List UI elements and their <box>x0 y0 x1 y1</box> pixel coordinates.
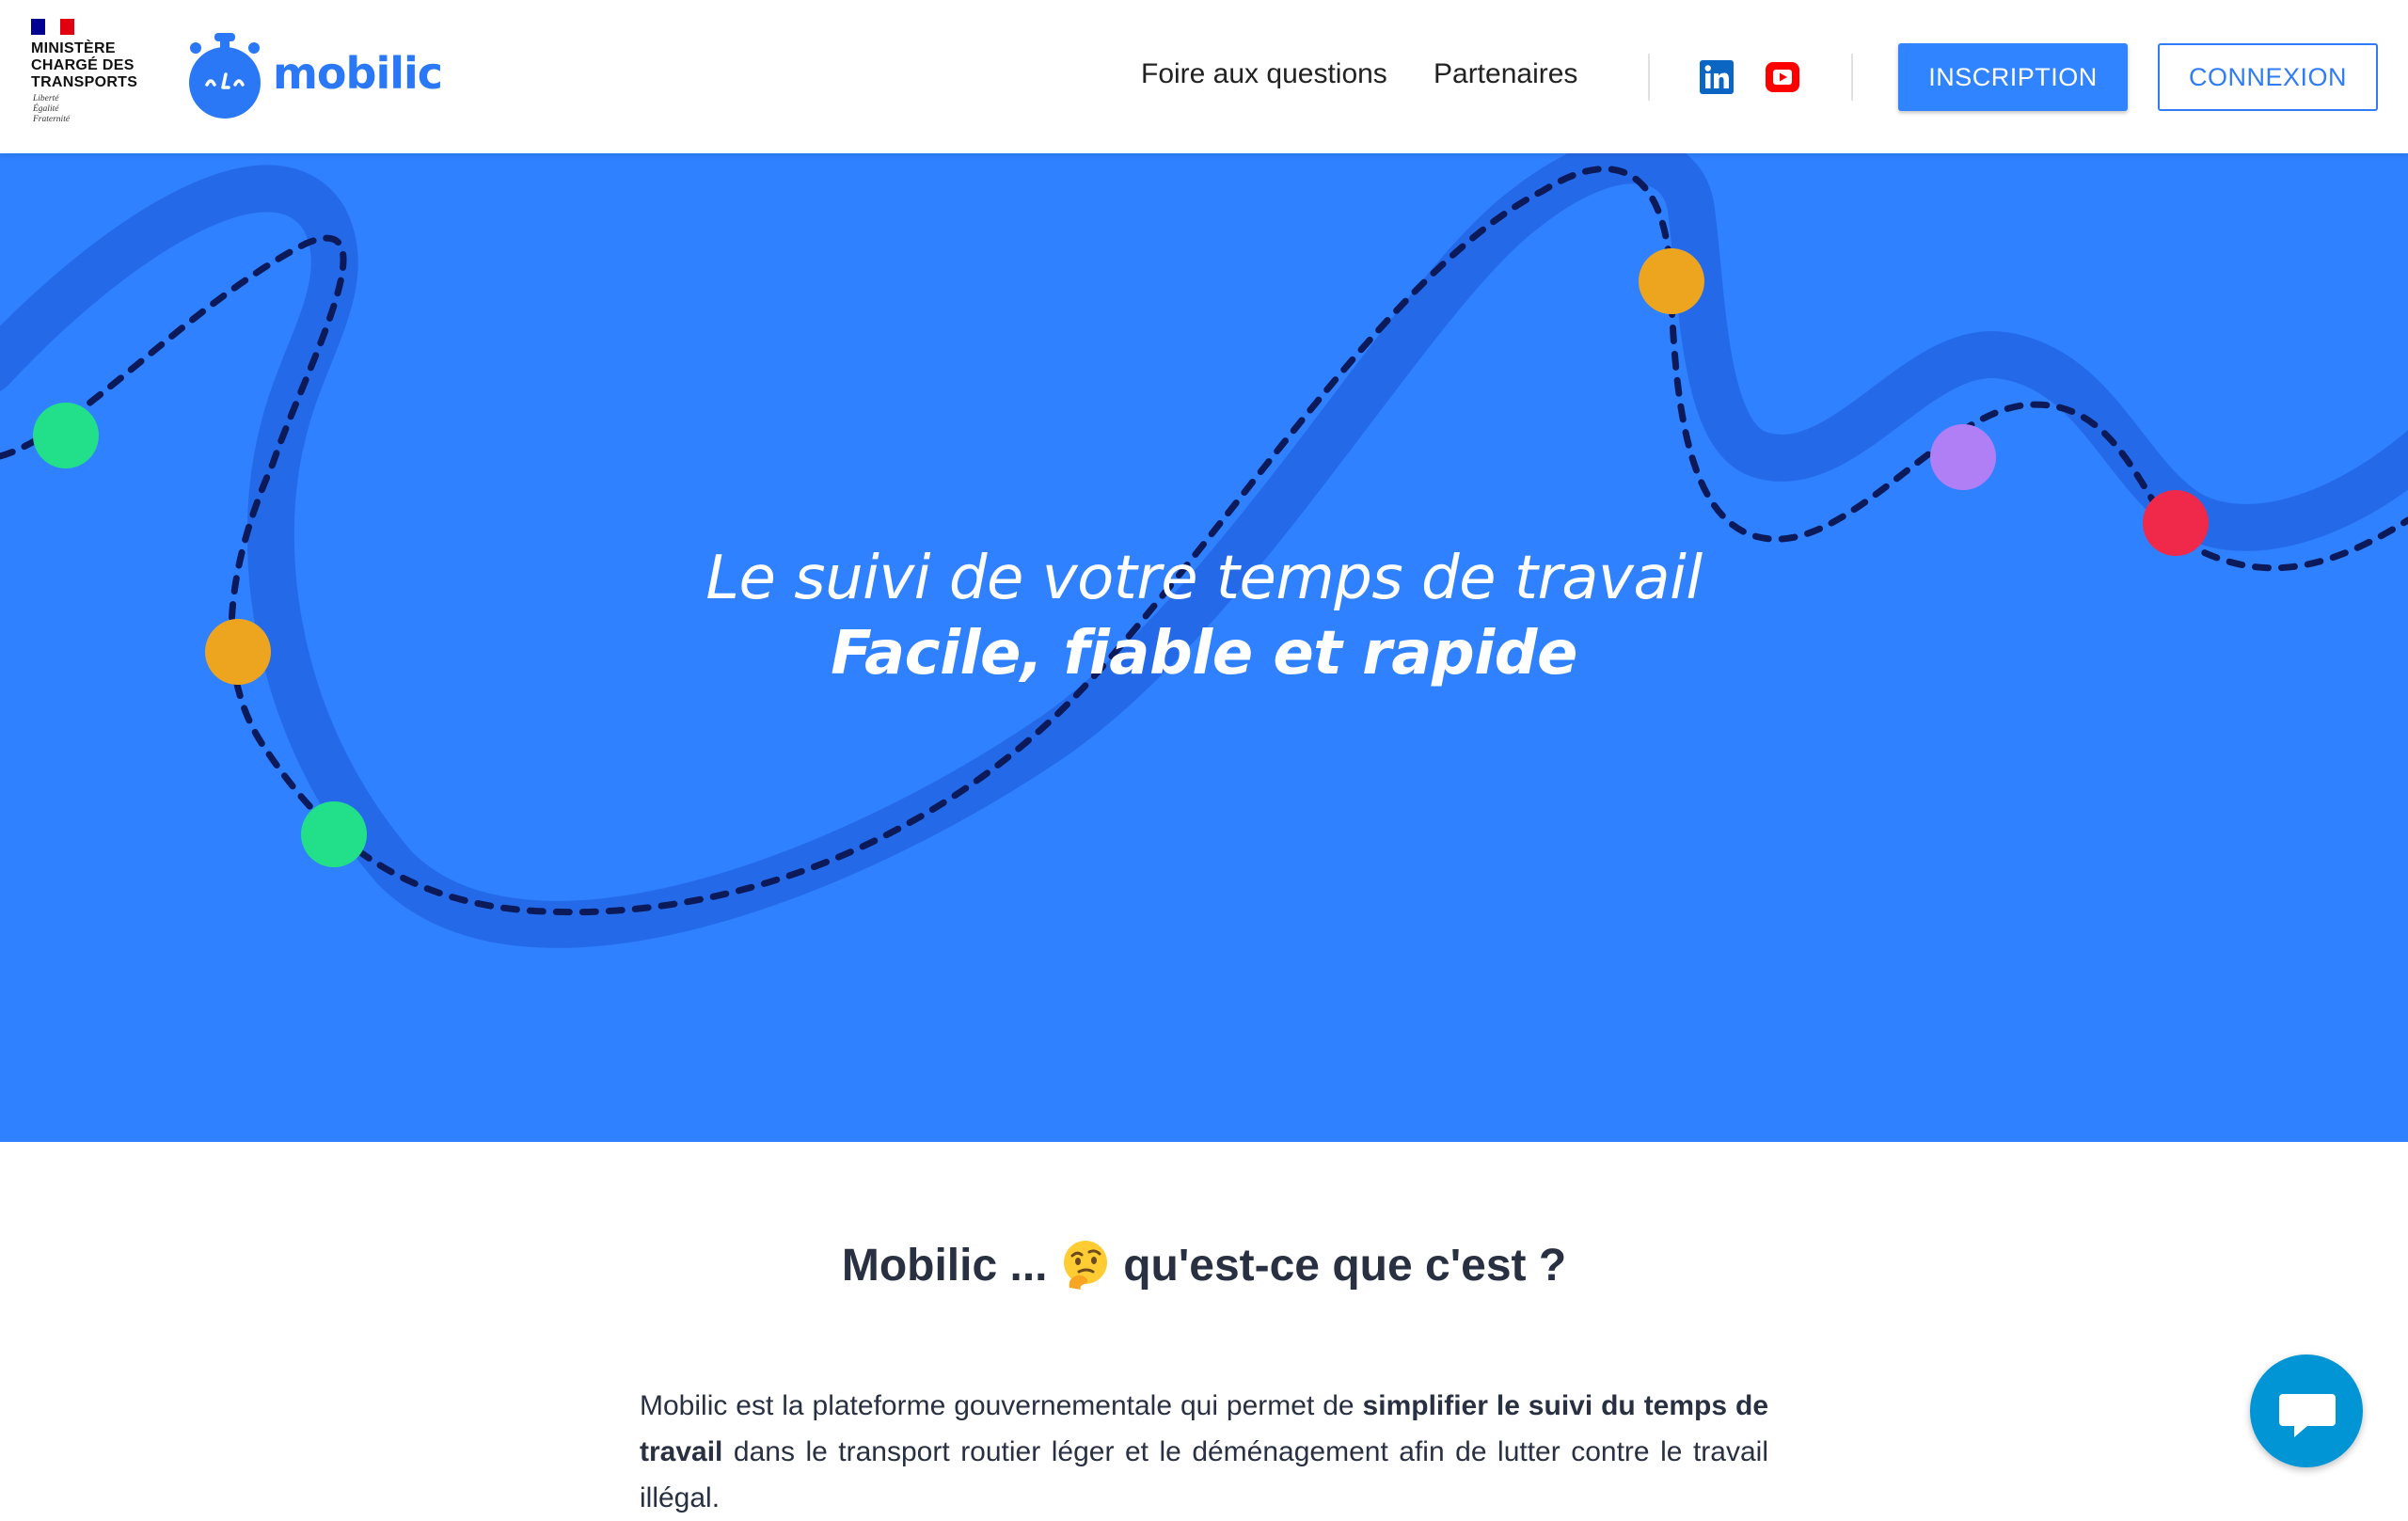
chat-bubble-icon <box>2279 1394 2336 1437</box>
section-title-part2: qu'est-ce que c'est ? <box>1110 1241 1567 1291</box>
hero-title: Le suivi de votre temps de travail <box>705 544 1703 613</box>
intro-text-2: dans le transport routier léger et le dé… <box>640 1436 1768 1513</box>
chat-button[interactable] <box>2250 1355 2363 1467</box>
nav-divider <box>1648 54 1650 101</box>
linkedin-icon[interactable] <box>1700 60 1734 94</box>
stopwatch-icon <box>189 33 261 119</box>
nav-divider <box>1851 54 1853 101</box>
motto-egalite: Égalité <box>33 104 59 114</box>
ministry-logo[interactable]: MINISTÈRE CHARGÉ DES TRANSPORTS Liberté … <box>31 19 153 132</box>
route-dot-green <box>301 801 367 867</box>
nav-partners-link[interactable]: Partenaires <box>1434 58 1577 90</box>
mobilic-logo[interactable]: mobilic <box>186 31 443 120</box>
intro-paragraph: Mobilic est la plateforme gouvernemental… <box>640 1383 1768 1521</box>
route-dot-orange <box>1639 248 1704 314</box>
section-title: Mobilic ... qu'est-ce que c'est ? <box>0 1240 2408 1291</box>
header: MINISTÈRE CHARGÉ DES TRANSPORTS Liberté … <box>0 0 2408 153</box>
route-dot-green <box>33 403 99 468</box>
brand-name: mobilic <box>273 48 443 99</box>
section-title-part1: Mobilic ... <box>841 1241 1060 1291</box>
nav-faq-link[interactable]: Foire aux questions <box>1141 58 1387 90</box>
motto-fraternite: Fraternité <box>33 115 71 124</box>
hero-banner: Le suivi de votre temps de travail Facil… <box>0 153 2408 1142</box>
motto-liberte: Liberté <box>33 94 59 103</box>
french-flag-icon <box>31 19 74 35</box>
ministry-line-2: CHARGÉ DES <box>31 57 135 73</box>
intro-text-1: Mobilic est la plateforme gouvernemental… <box>640 1390 1363 1421</box>
ministry-line-3: TRANSPORTS <box>31 74 138 90</box>
hero-subtitle: Facile, fiable et rapide <box>831 619 1577 689</box>
thinking-face-icon <box>1063 1241 1107 1291</box>
ministry-line-1: MINISTÈRE <box>31 40 116 56</box>
youtube-icon[interactable] <box>1766 60 1799 94</box>
route-dot-purple <box>1930 424 1996 490</box>
signup-button[interactable]: INSCRIPTION <box>1898 43 2128 111</box>
login-button[interactable]: CONNEXION <box>2158 43 2378 111</box>
